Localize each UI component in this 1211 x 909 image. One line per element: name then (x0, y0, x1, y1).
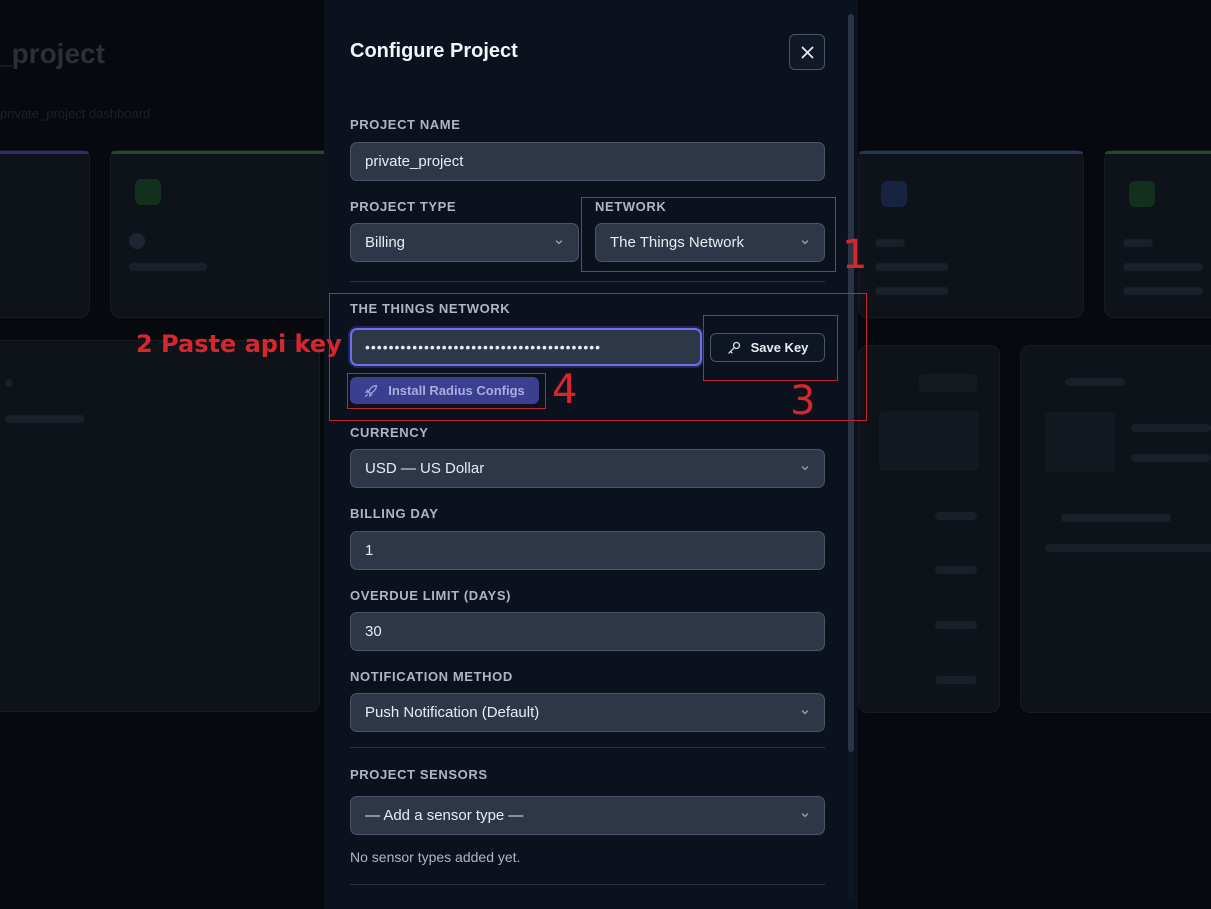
annotation-box-network (581, 197, 836, 272)
billing-day-label: BILLING DAY (350, 506, 439, 521)
notification-method-label: NOTIFICATION METHOD (350, 669, 513, 684)
project-type-select[interactable]: Billing (350, 223, 579, 262)
section-divider (350, 281, 825, 282)
background-page-subtitle: private_project dashboard (0, 106, 151, 121)
overdue-limit-value: 30 (365, 623, 382, 640)
annotation-step-2: 2 Paste api key (136, 330, 342, 358)
project-sensors-label: PROJECT SENSORS (350, 767, 488, 782)
add-sensor-type-select[interactable]: — Add a sensor type — (350, 796, 825, 835)
billing-day-value: 1 (365, 542, 374, 559)
chevron-down-icon (801, 710, 809, 715)
annotation-box-save-key (703, 315, 838, 381)
annotation-step-3: 3 (790, 378, 816, 424)
billing-day-input[interactable]: 1 (350, 531, 825, 570)
project-type-value: Billing (365, 234, 406, 251)
background-stat-card (858, 150, 1084, 318)
currency-value: USD — US Dollar (365, 460, 485, 477)
project-name-value: private_project (365, 153, 464, 170)
overdue-limit-input[interactable]: 30 (350, 612, 825, 651)
chevron-down-icon (801, 466, 809, 471)
background-stat-card (0, 150, 90, 318)
project-name-input[interactable]: private_project (350, 142, 825, 181)
close-button[interactable] (789, 34, 825, 70)
chevron-down-icon (555, 240, 563, 245)
chevron-down-icon (801, 813, 809, 818)
notification-method-value: Push Notification (Default) (365, 704, 540, 721)
currency-select[interactable]: USD — US Dollar (350, 449, 825, 488)
screen: _project private_project dashboard Confi… (0, 0, 1211, 909)
background-stat-card (1104, 150, 1211, 318)
modal-title: Configure Project (350, 40, 518, 62)
currency-label: CURRENCY (350, 425, 429, 440)
background-page-title: _project (0, 38, 105, 69)
add-sensor-type-placeholder: — Add a sensor type — (365, 807, 524, 824)
section-divider (350, 747, 825, 748)
background-stat-card (110, 150, 334, 318)
project-name-label: PROJECT NAME (350, 117, 461, 132)
background-panel (858, 345, 1000, 713)
annotation-step-4: 4 (552, 367, 578, 413)
overdue-limit-label: OVERDUE LIMIT (DAYS) (350, 588, 512, 603)
no-sensors-text: No sensor types added yet. (350, 849, 521, 865)
annotation-box-install (347, 373, 546, 409)
background-panel (0, 340, 320, 712)
background-panel (1020, 345, 1211, 713)
annotation-step-1: 1 (842, 232, 868, 278)
section-divider (350, 884, 825, 885)
close-icon (801, 46, 813, 58)
project-type-label: PROJECT TYPE (350, 199, 457, 214)
notification-method-select[interactable]: Push Notification (Default) (350, 693, 825, 732)
